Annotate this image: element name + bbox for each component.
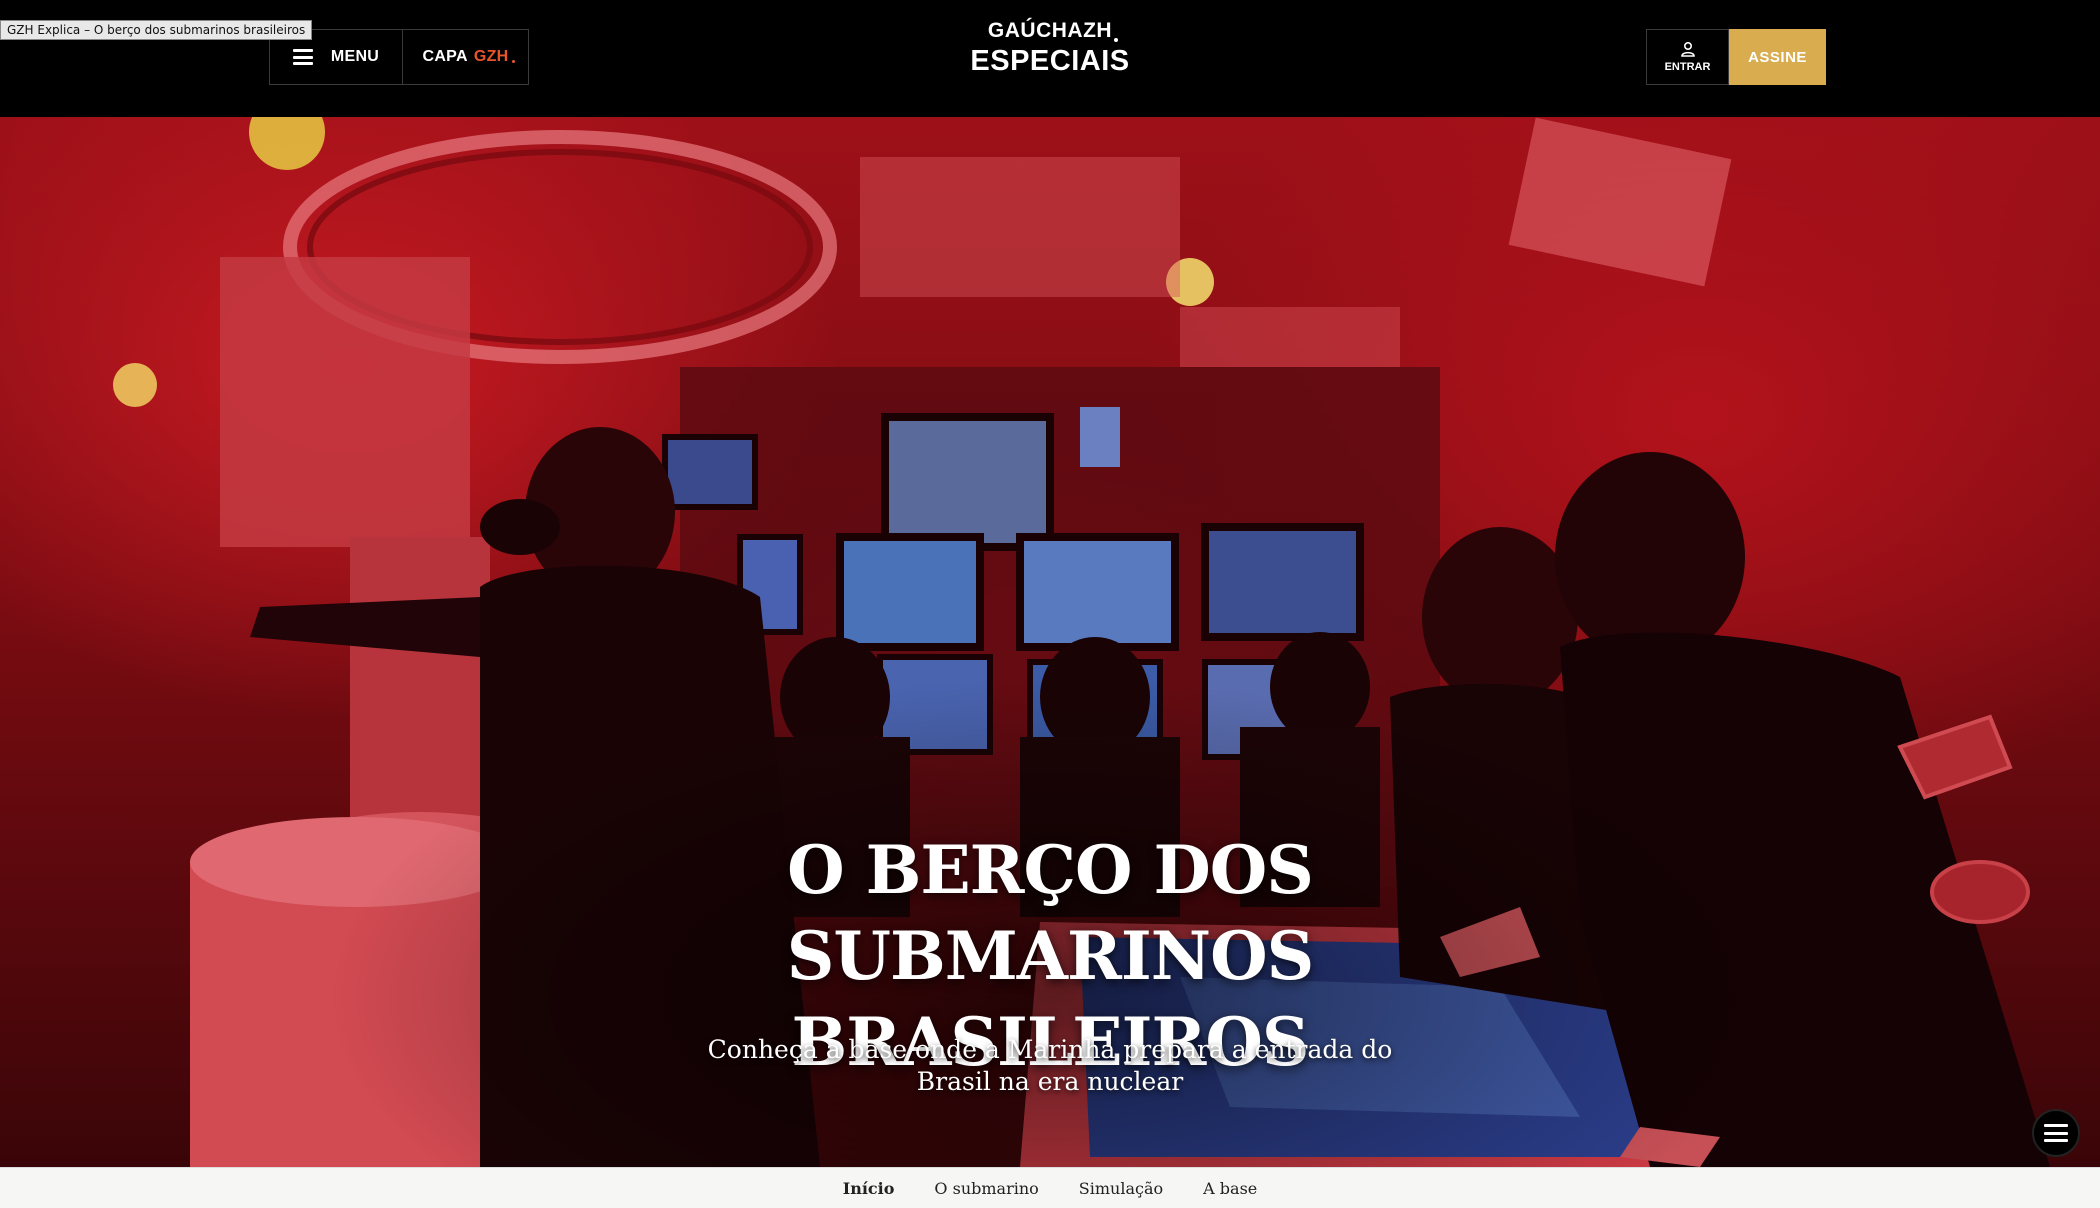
nav-item-simulacao[interactable]: Simulação [1079, 1179, 1163, 1198]
gzh-brand-label: GZH [473, 48, 515, 65]
section-nav: Início O submarino Simulação A base [0, 1167, 2100, 1208]
assine-button[interactable]: ASSINE [1729, 29, 1826, 85]
user-icon [1680, 41, 1695, 57]
header-right-group: ENTRAR ASSINE [1646, 29, 1826, 85]
capa-gzh-link[interactable]: CAPA GZH [403, 30, 528, 84]
hero-section: O BERÇO DOS SUBMARINOS BRASILEIROS Conhe… [0, 117, 2100, 1167]
nav-item-a-base[interactable]: A base [1203, 1179, 1257, 1198]
floating-menu-button[interactable] [2032, 1109, 2080, 1157]
entrar-label: ENTRAR [1664, 61, 1711, 73]
nav-item-inicio[interactable]: Início [843, 1179, 895, 1198]
hamburger-icon [2044, 1124, 2068, 1142]
menu-label: MENU [330, 48, 380, 65]
logo-gauchazh: GAÚCHAZH [987, 19, 1119, 42]
nav-item-o-submarino[interactable]: O submarino [934, 1179, 1038, 1198]
capa-label: CAPA [422, 48, 468, 65]
assine-label: ASSINE [1748, 48, 1807, 66]
logo-especiais: ESPECIAIS [970, 45, 1130, 77]
entrar-button[interactable]: ENTRAR [1646, 29, 1729, 85]
site-header: MENU CAPA GZH GAÚCHAZH ESPECIAIS ENTRAR … [0, 0, 2100, 117]
hamburger-icon [292, 49, 313, 65]
hero-subtitle: Conheça a base onde a Marinha prepara a … [707, 1035, 1393, 1096]
site-logo[interactable]: GAÚCHAZH ESPECIAIS [950, 18, 1150, 78]
tab-tooltip: GZH Explica – O berço dos submarinos bra… [0, 20, 313, 40]
